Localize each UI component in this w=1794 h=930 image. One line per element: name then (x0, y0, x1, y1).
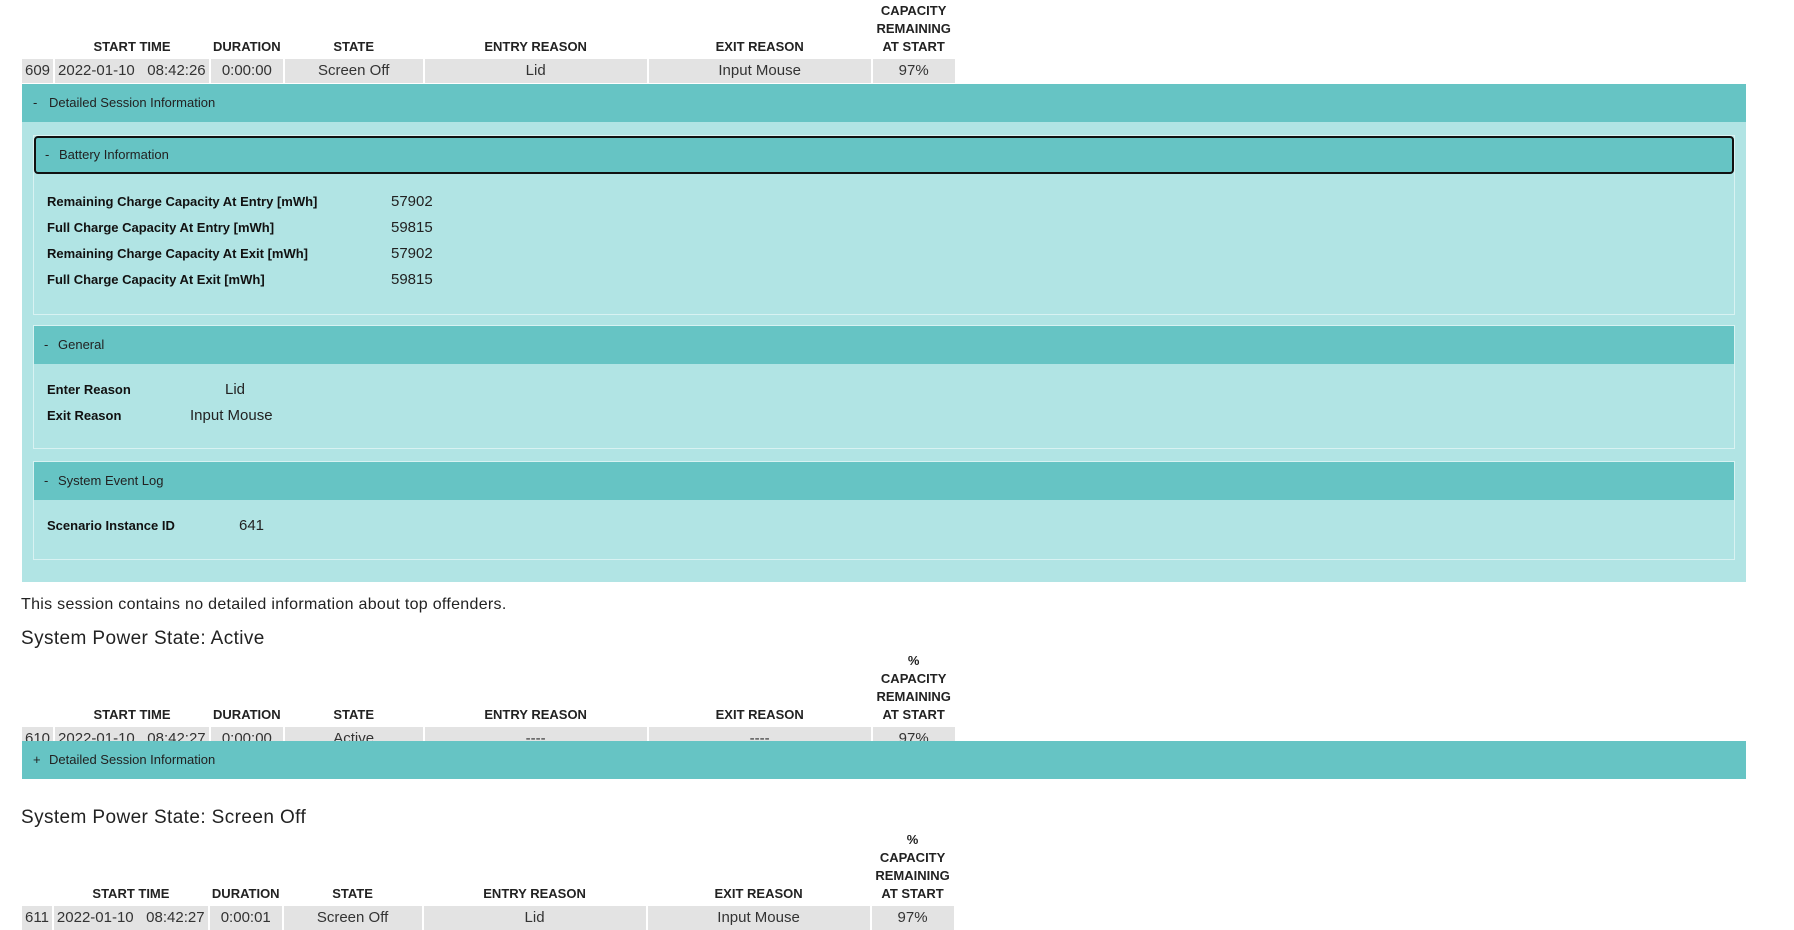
kv-value: 59815 (391, 219, 433, 236)
collapse-icon: - (45, 147, 50, 162)
collapse-icon: - (44, 473, 49, 488)
col-capacity-line3: AT START (882, 707, 945, 722)
entry-reason: Lid (423, 906, 646, 930)
col-entry-reason: ENTRY REASON (483, 886, 586, 901)
exit-reason: Input Mouse (648, 59, 871, 83)
col-capacity-line1: % CAPACITY (880, 3, 947, 18)
start-time: 2022-01-10 08:42:26 (55, 59, 210, 83)
exit-reason-value: Input Mouse (190, 407, 273, 424)
table-header-row: START TIME DURATION STATE ENTRY REASON E… (22, 652, 955, 727)
table-row: 611 2022-01-10 08:42:27 0:00:01 Screen O… (22, 906, 954, 930)
kv-label: Remaining Charge Capacity At Exit [mWh] (47, 246, 308, 261)
collapse-icon: - (44, 337, 49, 352)
col-start-time: START TIME (93, 39, 171, 54)
kv-value: 57902 (391, 245, 433, 262)
col-capacity-line2: REMAINING (875, 868, 950, 883)
col-capacity-line3: AT START (881, 886, 944, 901)
system-event-log-section: - System Event Log Scenario Instance ID 6… (33, 461, 1735, 560)
col-exit-reason: EXIT REASON (714, 886, 803, 901)
col-state: STATE (333, 39, 375, 54)
capacity: 97% (871, 906, 954, 930)
session-table-610: START TIME DURATION STATE ENTRY REASON E… (20, 652, 957, 751)
entry-reason: Lid (424, 59, 647, 83)
collapse-icon: - (33, 95, 38, 110)
detailed-session-toggle[interactable]: + Detailed Session Information (22, 741, 1746, 779)
duration: 0:00:00 (211, 59, 283, 83)
col-start-time: START TIME (92, 886, 170, 901)
power-state-heading: System Power State: Active (21, 628, 265, 649)
detailed-session-panel: - Battery Information Remaining Charge Ca… (22, 122, 1746, 582)
col-duration: DURATION (213, 39, 281, 54)
kv-label: Full Charge Capacity At Exit [mWh] (47, 272, 265, 287)
col-duration: DURATION (213, 707, 281, 722)
expand-icon: + (33, 752, 41, 767)
exit-reason-label: Exit Reason (47, 408, 122, 423)
state: Screen Off (283, 906, 422, 930)
col-capacity-line2: REMAINING (876, 21, 951, 36)
scenario-instance-label: Scenario Instance ID (47, 518, 175, 533)
general-title: General (58, 337, 105, 352)
col-exit-reason: EXIT REASON (715, 39, 804, 54)
start-time: 2022-01-10 08:42:27 (53, 906, 208, 930)
battery-information-section: - Battery Information Remaining Charge Ca… (33, 135, 1735, 315)
col-capacity-line3: AT START (882, 39, 945, 54)
col-capacity: % CAPACITY REMAINING AT START (873, 652, 955, 727)
battery-information-title: Battery Information (59, 147, 169, 162)
kv-label: Remaining Charge Capacity At Entry [mWh] (47, 194, 318, 209)
col-capacity-line2: REMAINING (876, 689, 951, 704)
session-table-611: START TIME DURATION STATE ENTRY REASON E… (20, 831, 956, 930)
top-offenders-note: This session contains no detailed inform… (21, 596, 507, 613)
col-capacity: % CAPACITY REMAINING AT START (872, 831, 954, 906)
col-state: STATE (333, 707, 375, 722)
col-capacity-line1: % CAPACITY (880, 653, 947, 686)
kv-label: Full Charge Capacity At Entry [mWh] (47, 220, 275, 235)
power-state-heading: System Power State: Screen Off (21, 807, 307, 828)
general-section: - General Enter Reason Lid Exit Reason In… (33, 325, 1735, 449)
table-header-row: START TIME DURATION STATE ENTRY REASON E… (22, 0, 955, 59)
scenario-instance-value: 641 (239, 517, 265, 534)
col-duration: DURATION (211, 886, 280, 901)
detailed-session-label: Detailed Session Information (49, 95, 216, 110)
system-event-log-toggle[interactable]: - System Event Log (34, 462, 1734, 500)
general-toggle[interactable]: - General (34, 326, 1734, 364)
duration: 0:00:01 (209, 906, 282, 930)
system-event-log-title: System Event Log (58, 473, 164, 488)
col-exit-reason: EXIT REASON (715, 707, 804, 722)
enter-reason-label: Enter Reason (47, 382, 131, 397)
col-capacity: % CAPACITY REMAINING AT START (873, 0, 955, 59)
exit-reason: Input Mouse (647, 906, 870, 930)
enter-reason-value: Lid (225, 381, 246, 398)
state: Screen Off (284, 59, 423, 83)
table-row: 609 2022-01-10 08:42:26 0:00:00 Screen O… (22, 59, 955, 83)
session-table-609: START TIME DURATION STATE ENTRY REASON E… (20, 0, 957, 83)
capacity: 97% (872, 59, 955, 83)
col-capacity-line1: % CAPACITY (879, 832, 946, 865)
session-id: 609 (22, 59, 54, 83)
col-state: STATE (332, 886, 373, 901)
table-header-row: START TIME DURATION STATE ENTRY REASON E… (22, 831, 954, 906)
col-entry-reason: ENTRY REASON (484, 39, 587, 54)
battery-information-toggle[interactable]: - Battery Information (34, 136, 1734, 174)
kv-value: 57902 (391, 193, 433, 210)
col-start-time: START TIME (93, 707, 171, 722)
detailed-session-label: Detailed Session Information (49, 752, 216, 767)
session-id: 611 (22, 906, 52, 930)
detailed-session-toggle[interactable]: - Detailed Session Information (22, 84, 1746, 122)
col-entry-reason: ENTRY REASON (484, 707, 587, 722)
kv-value: 59815 (391, 271, 433, 288)
